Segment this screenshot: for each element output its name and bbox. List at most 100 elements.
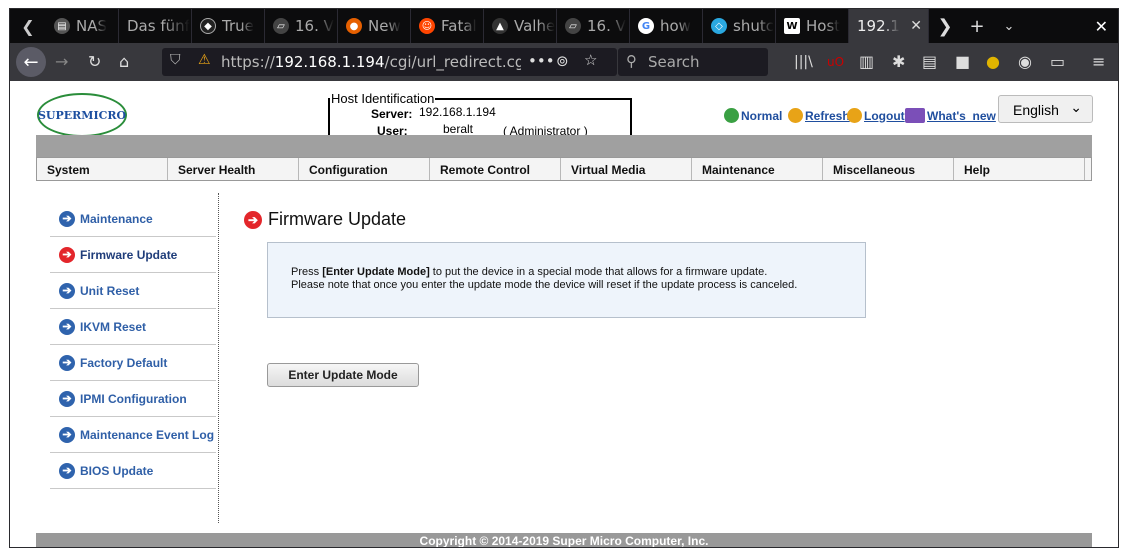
- folder-icon: ▤: [54, 18, 70, 34]
- scroll-tabs-left-icon[interactable]: ❮: [10, 9, 46, 43]
- sidebar-item-ikvm-reset[interactable]: ➔ IKVM Reset: [50, 309, 216, 345]
- main-menu: System Server Health Configuration Remot…: [36, 157, 1092, 181]
- browser-window: ❮ ▤ NAS Das fünf ◆ True ▱ 16. V ● New ☺ Fatal…: [9, 8, 1119, 548]
- close-window-icon[interactable]: ✕: [1095, 17, 1108, 36]
- footer-copyright: Copyright © 2014-2019 Super Micro Comput…: [36, 533, 1092, 547]
- truenas-icon: ◆: [200, 18, 216, 34]
- close-tab-icon[interactable]: ✕: [910, 18, 922, 34]
- arrow-right-icon: ➔: [59, 390, 75, 407]
- reader-icon[interactable]: ▤: [922, 52, 937, 72]
- account-icon[interactable]: ◉: [1018, 52, 1032, 72]
- sidebar-item-ipmi-configuration[interactable]: ➔ IPMI Configuration: [50, 381, 216, 417]
- tab-host[interactable]: W Host: [776, 9, 849, 43]
- refresh-link[interactable]: Refresh: [788, 108, 850, 123]
- navigation-bar: ← → ↻ ⌂ ⛉ ⚠ https://192.168.1.194/cgi/ur…: [10, 43, 1118, 81]
- tab-new[interactable]: ● New: [338, 9, 411, 43]
- sidebar-item-bios-update[interactable]: ➔ BIOS Update: [50, 453, 216, 489]
- tab-shutc[interactable]: ◇ shutc: [703, 9, 776, 43]
- language-select[interactable]: English ⌄: [998, 95, 1093, 123]
- info-box: Press [Enter Update Mode] to put the dev…: [267, 242, 866, 318]
- search-input[interactable]: ⚲ Search: [618, 48, 768, 76]
- library-icon[interactable]: |||\: [794, 52, 813, 72]
- search-icon: ⚲: [626, 52, 637, 70]
- arrow-right-icon: ➔: [244, 210, 262, 229]
- pocket-icon[interactable]: ⊚: [556, 52, 569, 70]
- page-icon: ▱: [273, 18, 289, 34]
- sidebar-item-maintenance[interactable]: ➔ Maintenance: [50, 201, 216, 237]
- info-line-2: Please note that once you enter the upda…: [291, 279, 798, 291]
- menu-remote-control[interactable]: Remote Control: [430, 158, 561, 180]
- menu-maintenance[interactable]: Maintenance: [692, 158, 823, 180]
- menu-help[interactable]: Help: [954, 158, 1085, 180]
- tab-nas[interactable]: ▤ NAS: [46, 9, 119, 43]
- tab-list-chevron-icon[interactable]: ⌄: [993, 9, 1025, 43]
- ublock-icon[interactable]: uO: [827, 52, 844, 72]
- sidebar-item-factory-default[interactable]: ➔ Factory Default: [50, 345, 216, 381]
- linux-icon: ▲: [492, 18, 508, 34]
- menu-virtual-media[interactable]: Virtual Media: [561, 158, 692, 180]
- more-actions-icon[interactable]: •••: [528, 52, 555, 70]
- tab-16v-b[interactable]: ▱ 16. V: [557, 9, 630, 43]
- paw-extension-icon[interactable]: ✱: [892, 52, 905, 72]
- google-icon: G: [638, 18, 654, 34]
- menu-icon[interactable]: ≡: [1092, 52, 1105, 72]
- sidebar-item-firmware-update[interactable]: ➔ Firmware Update: [50, 237, 216, 273]
- url-text[interactable]: https://192.168.1.194/cgi/url_redirect.c…: [221, 53, 521, 71]
- firefox-icon: ●: [346, 18, 362, 34]
- tab-das-funf[interactable]: Das fünf: [119, 9, 192, 43]
- tab-truenas[interactable]: ◆ True: [192, 9, 265, 43]
- tab-valhe[interactable]: ▲ Valhe: [484, 9, 557, 43]
- shield-icon[interactable]: ⛉: [170, 52, 181, 68]
- reload-icon[interactable]: ↻: [88, 52, 101, 72]
- menu-server-health[interactable]: Server Health: [168, 158, 299, 180]
- bookmark-star-icon[interactable]: ☆: [584, 51, 597, 69]
- page-title: ➔ Firmware Update: [244, 209, 406, 230]
- chevron-down-icon: ⌄: [1070, 99, 1082, 115]
- refresh-icon: [788, 108, 803, 123]
- sidebar-item-maintenance-event-log[interactable]: ➔ Maintenance Event Log: [50, 417, 216, 453]
- logout-icon: [847, 108, 862, 123]
- arrow-right-icon: ➔: [59, 462, 75, 479]
- arrow-right-icon: ➔: [59, 246, 75, 263]
- wikipedia-icon: W: [784, 18, 800, 34]
- sidebar: ➔ Maintenance ➔ Firmware Update ➔ Unit Rese…: [50, 201, 216, 489]
- logout-link[interactable]: Logout: [847, 108, 905, 123]
- new-tab-icon[interactable]: +: [961, 9, 993, 43]
- scroll-tabs-right-icon[interactable]: ❯: [929, 9, 961, 43]
- cast-icon[interactable]: ▭: [1050, 52, 1065, 72]
- home-icon[interactable]: ⌂: [119, 52, 129, 72]
- normal-status: Normal: [724, 108, 782, 123]
- tab-16v-a[interactable]: ▱ 16. V: [265, 9, 338, 43]
- info-line-1: Press [Enter Update Mode] to put the dev…: [291, 266, 768, 278]
- reddit-icon: ☺: [419, 18, 435, 34]
- enter-update-mode-button[interactable]: Enter Update Mode: [267, 363, 419, 387]
- arrow-right-icon: ➔: [59, 426, 75, 443]
- insecure-lock-icon[interactable]: ⚠: [198, 52, 211, 68]
- menu-configuration[interactable]: Configuration: [299, 158, 430, 180]
- tab-how[interactable]: Ghow: [630, 9, 703, 43]
- sidebar-item-unit-reset[interactable]: ➔ Unit Reset: [50, 273, 216, 309]
- tab-active[interactable]: 192.1 ✕: [849, 9, 929, 43]
- header-divider-bar: [36, 135, 1092, 157]
- menu-miscellaneous[interactable]: Miscellaneous: [823, 158, 954, 180]
- tab-fatal[interactable]: ☺ Fatal: [411, 9, 484, 43]
- cube-icon: ◇: [711, 18, 727, 34]
- color-extension-icon[interactable]: ●: [986, 52, 1000, 72]
- server-value: 192.168.1.194: [419, 105, 496, 119]
- sidebar-icon[interactable]: ▥: [859, 52, 874, 72]
- whats-new-link[interactable]: What's new: [905, 108, 996, 123]
- check-status-icon: [724, 108, 739, 123]
- menu-system[interactable]: System: [37, 158, 168, 180]
- password-lock-icon[interactable]: ■: [955, 52, 970, 72]
- url-bar[interactable]: ⛉ ⚠ https://192.168.1.194/cgi/url_redire…: [162, 48, 617, 76]
- host-identification-legend: Host Identification: [330, 91, 436, 106]
- page-icon: ▱: [565, 18, 581, 34]
- arrow-right-icon: ➔: [59, 210, 75, 227]
- arrow-right-icon: ➔: [59, 318, 75, 335]
- back-icon[interactable]: ←: [16, 47, 46, 77]
- tab-strip: ❮ ▤ NAS Das fünf ◆ True ▱ 16. V ● New ☺ Fatal…: [10, 9, 1118, 43]
- page-content: SUPERMICRO Host Identification Server: 1…: [10, 81, 1118, 547]
- user-value: beralt: [443, 122, 474, 136]
- forward-icon[interactable]: →: [55, 52, 68, 72]
- supermicro-logo: SUPERMICRO: [37, 93, 127, 137]
